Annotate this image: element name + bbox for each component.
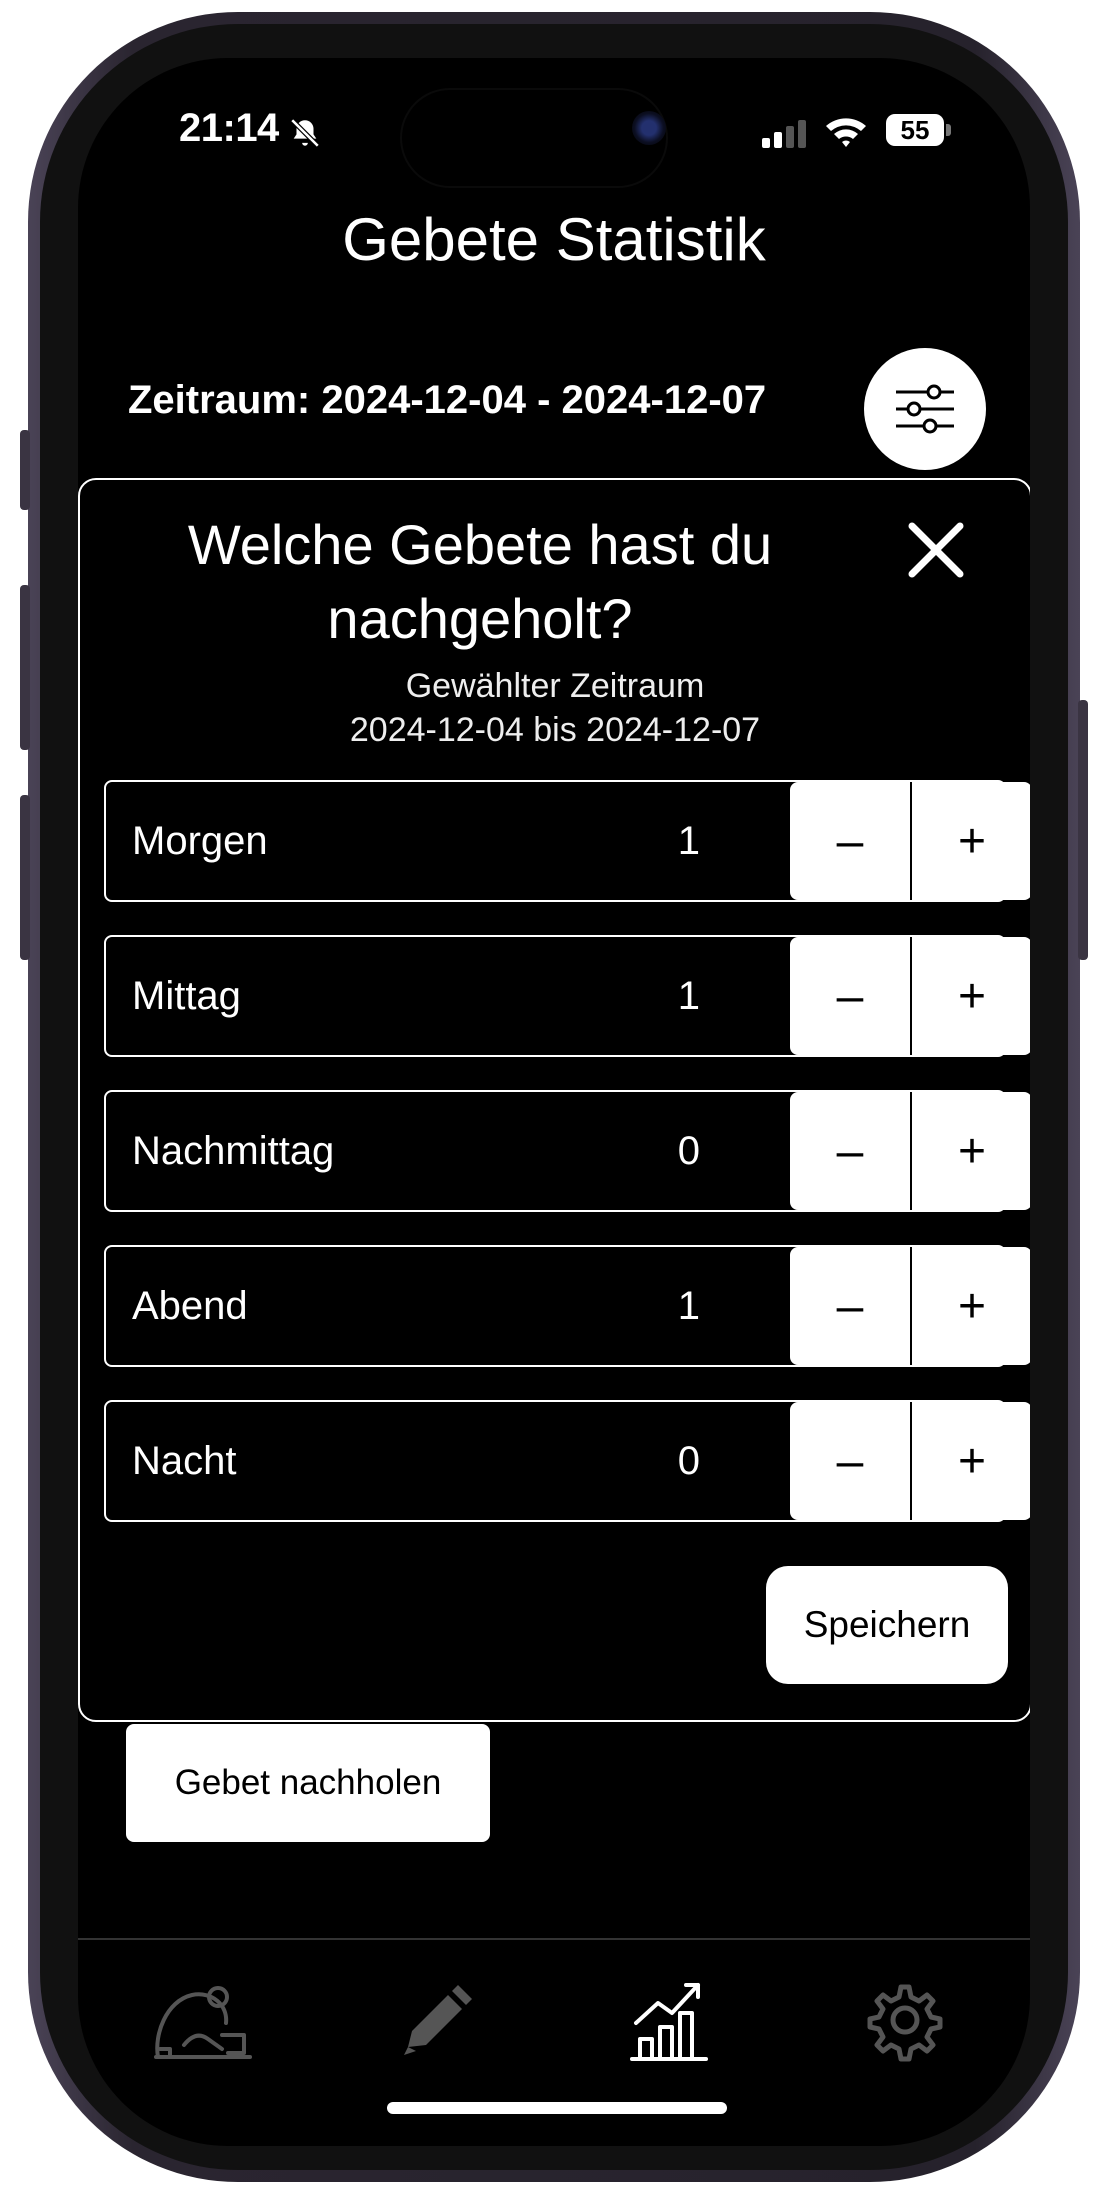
increment-button[interactable]: +: [912, 1092, 1030, 1210]
close-icon[interactable]: [902, 516, 970, 584]
prayer-icon[interactable]: [148, 1975, 258, 2065]
prayer-row-label: Nachmittag: [132, 1129, 335, 1173]
pencil-icon[interactable]: [382, 1975, 492, 2065]
page-title: Gebete Statistik: [342, 206, 766, 273]
prayer-row-label: Nacht: [132, 1439, 237, 1483]
battery-tip: [946, 124, 951, 136]
modal-range: 2024-12-04 bis 2024-12-07: [349, 711, 761, 749]
gebet-nachholen-button[interactable]: Gebet nachholen: [126, 1724, 490, 1842]
sliders-icon: [896, 384, 954, 434]
prayer-row-abend: Abend 1 – +: [104, 1245, 1030, 1367]
prayer-row-value: 1: [677, 974, 700, 1018]
side-button-power: [1078, 700, 1088, 960]
nachholen-modal: Welche Gebete hast du nachgeholt? Gewähl…: [78, 478, 1030, 1722]
increment-button[interactable]: +: [912, 1247, 1030, 1365]
screen: 21:14 55 Gebete Statistik Zeitraum: 2024…: [78, 58, 1030, 2146]
decrement-button[interactable]: –: [790, 1247, 910, 1365]
prayer-row-nacht: Nacht 0 – +: [104, 1400, 1030, 1522]
camera-lens: [632, 111, 666, 145]
modal-subtitle-label: Gewählter Zeitraum: [405, 667, 705, 705]
increment-button[interactable]: +: [912, 1402, 1030, 1520]
tabbar-divider: [78, 1938, 1030, 1940]
side-button-volume-down: [20, 795, 30, 960]
bell-slash-icon: [290, 118, 320, 148]
dynamic-island: [402, 90, 666, 186]
filter-button[interactable]: [864, 348, 986, 470]
increment-button[interactable]: +: [912, 782, 1030, 900]
side-button-silent: [20, 430, 30, 510]
decrement-button[interactable]: –: [790, 782, 910, 900]
range-label: Zeitraum: 2024-12-04 - 2024-12-07: [128, 378, 767, 422]
cellular-signal-icon: [762, 120, 806, 148]
prayer-row-value: 0: [677, 1439, 700, 1483]
save-button[interactable]: Speichern: [766, 1566, 1008, 1684]
chart-icon[interactable]: [614, 1975, 724, 2065]
side-button-volume-up: [20, 585, 30, 750]
battery-icon: 55: [886, 114, 944, 146]
wifi-icon: [826, 118, 866, 147]
prayer-row-value: 1: [677, 819, 700, 863]
home-indicator[interactable]: [387, 2102, 727, 2114]
status-time: 21:14: [179, 106, 279, 150]
prayer-row-mittag: Mittag 1 – +: [104, 935, 1030, 1057]
prayer-row-value: 0: [677, 1129, 700, 1173]
prayer-row-label: Abend: [132, 1284, 248, 1328]
prayer-row-label: Morgen: [132, 819, 268, 863]
gear-icon[interactable]: [850, 1975, 960, 2065]
decrement-button[interactable]: –: [790, 1092, 910, 1210]
increment-button[interactable]: +: [912, 937, 1030, 1055]
prayer-row-nachmittag: Nachmittag 0 – +: [104, 1090, 1030, 1212]
prayer-row-value: 1: [677, 1284, 700, 1328]
prayer-row-label: Mittag: [132, 974, 241, 1018]
modal-subtitle: Gewählter Zeitraum 2024-12-04 bis 2024-1…: [80, 664, 1030, 752]
decrement-button[interactable]: –: [790, 937, 910, 1055]
modal-title: Welche Gebete hast du nachgeholt?: [187, 513, 773, 650]
decrement-button[interactable]: –: [790, 1402, 910, 1520]
prayer-row-morgen: Morgen 1 – +: [104, 780, 1030, 902]
